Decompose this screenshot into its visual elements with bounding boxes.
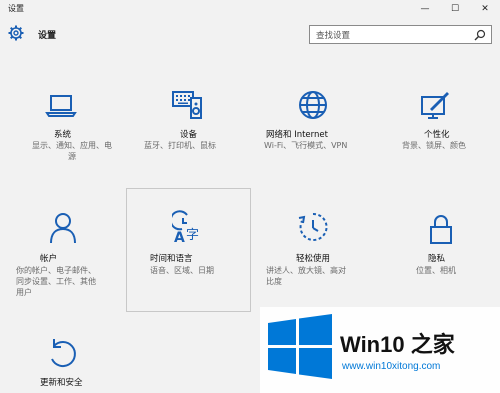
tile-desc: Wi-Fi、飞行模式、VPN <box>264 141 348 150</box>
close-button[interactable]: ✕ <box>470 0 500 18</box>
tile-name: 系统 <box>54 130 72 140</box>
watermark-url: www.win10xitong.com <box>342 361 441 372</box>
ease-of-access-icon <box>298 212 328 241</box>
tile-name: 设备 <box>180 130 198 140</box>
svg-text:A: A <box>174 230 185 244</box>
tile-desc: 位置、相机 <box>416 266 456 275</box>
paint-brush-icon <box>421 92 449 119</box>
tile-time-language[interactable]: A 字 时间和语言 语音、区域、日期 <box>126 210 250 310</box>
tile-desc: 显示、通知、应用、电 源 <box>32 141 112 161</box>
tile-accounts[interactable]: 帐户 你的帐户、电子邮件、 同步设置、工作、其他 用户 <box>10 210 134 310</box>
minimize-button[interactable]: — <box>410 0 440 18</box>
svg-text:字: 字 <box>186 228 199 243</box>
laptop-icon <box>45 95 77 117</box>
tile-desc: 你的帐户、电子邮件、 同步设置、工作、其他 用户 <box>16 266 96 297</box>
tile-name: 个性化 <box>424 130 450 140</box>
tile-name: 更新和安全 <box>40 378 83 388</box>
tile-desc: 蓝牙、打印机、鼠标 <box>144 141 216 150</box>
tile-desc: 讲述人、放大镜、高对 比度 <box>266 266 346 286</box>
keyboard-speaker-icon <box>172 91 202 119</box>
tile-name: 轻松使用 <box>296 254 331 264</box>
gear-icon <box>8 25 24 41</box>
page-title: 设置 <box>38 31 57 41</box>
tile-name: 网络和 Internet <box>266 130 328 140</box>
maximize-button[interactable]: ☐ <box>440 0 470 18</box>
windows-logo-icon <box>268 314 332 379</box>
watermark: Win10 之家 www.win10xitong.com <box>260 307 500 393</box>
tile-system[interactable]: 系统 显示、通知、应用、电 源 <box>10 88 134 178</box>
time-language-icon: A 字 <box>172 210 199 244</box>
tile-name: 帐户 <box>40 254 58 264</box>
title-bar: 设置 — ☐ ✕ <box>0 0 500 18</box>
tile-network[interactable]: 网络和 Internet Wi-Fi、飞行模式、VPN <box>252 88 376 178</box>
tile-desc: 背景、锁屏、颜色 <box>402 141 466 150</box>
settings-header: 设置 查找设置 <box>0 18 500 50</box>
refresh-icon <box>51 339 76 368</box>
tile-personalization[interactable]: 个性化 背景、锁屏、颜色 <box>376 88 500 178</box>
search-input[interactable]: 查找设置 <box>309 25 492 44</box>
tile-update-security[interactable]: 更新和安全 <box>10 337 134 393</box>
window-title: 设置 <box>8 4 24 13</box>
tile-name: 时间和语言 <box>150 254 193 264</box>
tile-name: 隐私 <box>428 254 446 264</box>
globe-icon <box>299 91 327 119</box>
search-placeholder: 查找设置 <box>316 31 351 41</box>
search-icon[interactable] <box>474 29 486 41</box>
tile-desc: 语音、区域、日期 <box>150 266 214 275</box>
lock-icon <box>430 215 452 244</box>
tile-privacy[interactable]: 隐私 位置、相机 <box>376 210 500 310</box>
tile-devices[interactable]: 设备 蓝牙、打印机、鼠标 <box>126 88 250 178</box>
watermark-title: Win10 之家 <box>340 332 455 357</box>
person-icon <box>50 213 76 244</box>
tile-ease-of-access[interactable]: 轻松使用 讲述人、放大镜、高对 比度 <box>252 210 376 310</box>
